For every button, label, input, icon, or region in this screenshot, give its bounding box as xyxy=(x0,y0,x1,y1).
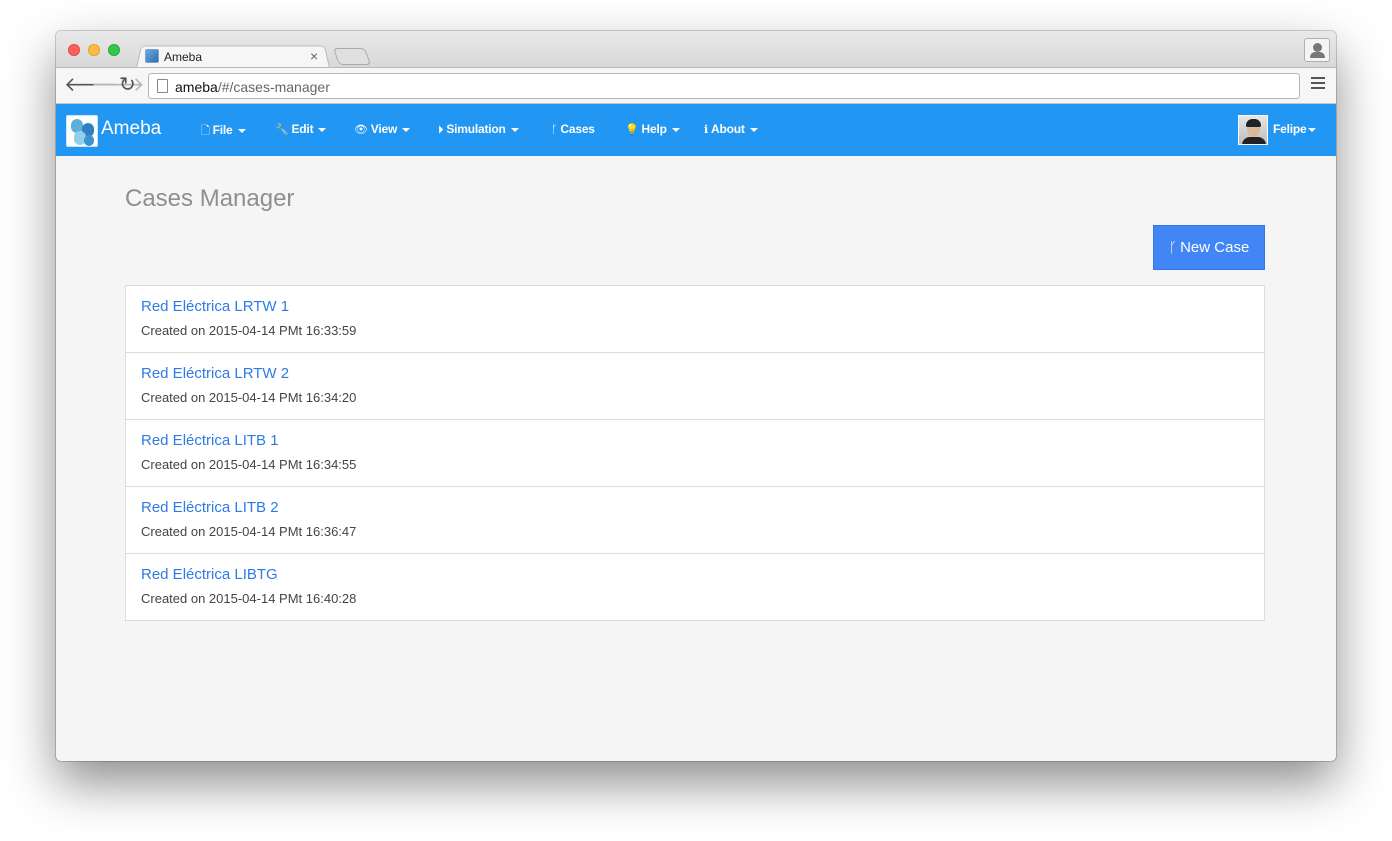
lightbulb-icon: 💡 xyxy=(625,124,639,136)
url-path: /#/cases-manager xyxy=(217,79,330,95)
case-link[interactable]: Red Eléctrica LIBTG xyxy=(141,566,278,583)
tab-close-icon[interactable]: × xyxy=(310,47,318,65)
case-list-item[interactable]: Red Eléctrica LITB 1 Created on 2015-04-… xyxy=(126,420,1264,487)
caret-down-icon xyxy=(318,127,327,132)
browser-toolbar: 🡐 🡒 ↻ ameba/#/cases-manager xyxy=(56,67,1336,104)
menu-about-label: About xyxy=(710,122,745,136)
menu-file[interactable]: 🗋 File xyxy=(201,122,246,141)
page-title: Cases Manager xyxy=(125,185,295,212)
ameba-logo-icon[interactable] xyxy=(66,115,98,147)
case-link[interactable]: Red Eléctrica LRTW 1 xyxy=(141,298,289,315)
branch-icon: ᚴ xyxy=(1168,239,1178,255)
tab-title: Ameba xyxy=(164,50,203,64)
tab-strip: Ameba × xyxy=(56,31,1336,68)
new-tab-button[interactable] xyxy=(332,48,372,65)
menu-edit-label: Edit xyxy=(291,122,314,136)
new-case-label: New Case xyxy=(1180,239,1250,256)
case-created-date: Created on 2015-04-14 PMt 16:34:20 xyxy=(141,390,357,405)
caret-down-icon xyxy=(1308,127,1317,132)
menu-view[interactable]: 👁 View xyxy=(354,122,411,136)
file-icon: 🗋 xyxy=(201,125,210,137)
branch-icon: ᚴ xyxy=(551,124,558,136)
profile-button[interactable] xyxy=(1304,38,1330,62)
case-created-date: Created on 2015-04-14 PMt 16:36:47 xyxy=(141,524,357,539)
case-list-item[interactable]: Red Eléctrica LITB 2 Created on 2015-04-… xyxy=(126,487,1264,554)
menu-simulation[interactable]: ⏵ Simulation xyxy=(438,122,519,137)
eye-icon: 👁 xyxy=(354,124,368,136)
info-circle-icon: ℹ xyxy=(704,124,708,136)
case-list: Red Eléctrica LRTW 1 Created on 2015-04-… xyxy=(125,285,1265,621)
browser-tab-content[interactable]: Ameba × xyxy=(145,47,325,67)
caret-down-icon xyxy=(402,127,411,132)
caret-down-icon xyxy=(510,127,519,132)
close-window-button[interactable] xyxy=(68,44,80,56)
new-case-button[interactable]: ᚴ New Case xyxy=(1153,225,1265,270)
forward-arrow-icon[interactable]: 🡒 xyxy=(91,73,145,97)
menu-cases-label: Cases xyxy=(560,122,595,136)
minimize-window-button[interactable] xyxy=(88,44,100,56)
browser-window: Ameba × 🡐 🡒 ↻ ameba/#/cases-manager Ameb… xyxy=(56,31,1336,761)
menu-simulation-label: Simulation xyxy=(446,122,506,136)
person-body-icon xyxy=(1310,52,1325,58)
case-link[interactable]: Red Eléctrica LRTW 2 xyxy=(141,365,289,382)
case-list-item[interactable]: Red Eléctrica LIBTG Created on 2015-04-1… xyxy=(126,554,1264,620)
caret-down-icon xyxy=(671,127,680,132)
play-circle-icon: ⏵ xyxy=(438,124,444,136)
address-bar[interactable]: ameba/#/cases-manager xyxy=(148,73,1300,99)
app-navbar: Ameba 🗋 File 🔧 Edit 👁 View ⏵ Simulation ᚴ Cas… xyxy=(56,104,1336,156)
case-link[interactable]: Red Eléctrica LITB 2 xyxy=(141,499,279,516)
case-created-date: Created on 2015-04-14 PMt 16:40:28 xyxy=(141,591,357,606)
brand-name[interactable]: Ameba xyxy=(101,118,161,140)
menu-help[interactable]: 💡 Help xyxy=(625,122,680,136)
person-icon xyxy=(1313,43,1322,52)
url-text[interactable]: ameba/#/cases-manager xyxy=(175,79,330,95)
case-list-item[interactable]: Red Eléctrica LRTW 2 Created on 2015-04-… xyxy=(126,353,1264,420)
reload-icon[interactable]: ↻ xyxy=(119,73,136,97)
ameba-favicon-icon xyxy=(145,49,159,63)
menu-about[interactable]: ℹ About xyxy=(704,122,758,136)
case-link[interactable]: Red Eléctrica LITB 1 xyxy=(141,432,279,449)
maximize-window-button[interactable] xyxy=(108,44,120,56)
caret-down-icon xyxy=(749,127,758,132)
menu-help-label: Help xyxy=(641,122,667,136)
page-icon xyxy=(157,79,168,93)
wrench-icon: 🔧 xyxy=(275,124,289,136)
caret-down-icon xyxy=(237,128,246,133)
user-avatar[interactable] xyxy=(1238,115,1268,145)
menu-view-label: View xyxy=(370,122,398,136)
menu-cases[interactable]: ᚴ Cases xyxy=(551,122,595,136)
case-created-date: Created on 2015-04-14 PMt 16:34:55 xyxy=(141,457,357,472)
menu-file-label: File xyxy=(212,123,233,137)
menu-edit[interactable]: 🔧 Edit xyxy=(275,122,327,136)
case-created-date: Created on 2015-04-14 PMt 16:33:59 xyxy=(141,323,357,338)
hamburger-menu-icon[interactable] xyxy=(1311,77,1325,89)
case-list-item[interactable]: Red Eléctrica LRTW 1 Created on 2015-04-… xyxy=(126,286,1264,353)
user-name: Felipe xyxy=(1273,122,1307,136)
url-host: ameba xyxy=(175,79,218,95)
user-menu[interactable]: Felipe xyxy=(1273,122,1317,136)
